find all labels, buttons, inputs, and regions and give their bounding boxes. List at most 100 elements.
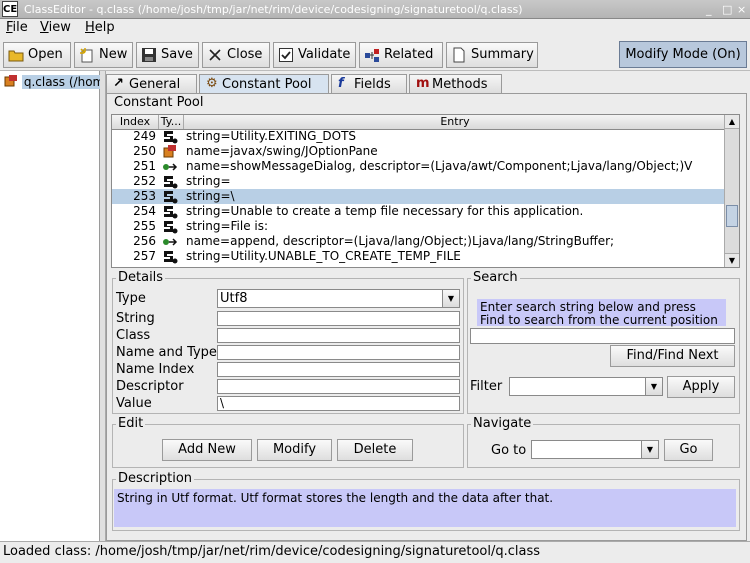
constant-pool-table[interactable]: Index Ty... Entry 249 string=Utility.EXIT… [111,114,740,268]
name-and-type-label: Name and Type [116,345,217,360]
filter-select[interactable]: ▼ [509,377,663,396]
menu-bar: File View Help [0,19,750,39]
tab-general[interactable]: ↗ General [106,74,197,94]
row-index: 255 [133,219,156,233]
goto-select[interactable]: ▼ [531,440,659,459]
row-entry: string=Unable to create a temp file nece… [186,204,584,218]
minimize-button[interactable]: _ [706,3,712,16]
find-next-button[interactable]: Find/Find Next [610,345,735,367]
table-row[interactable]: 251 name=showMessageDialog, descriptor=(L… [112,159,727,174]
document-icon [453,47,465,63]
tab-methods[interactable]: m Methods [409,74,502,94]
chevron-down-icon[interactable]: ▼ [442,290,459,307]
scroll-up-arrow-icon[interactable]: ▲ [725,115,739,129]
row-index: 257 [133,249,156,263]
string-icon [162,219,180,234]
new-label: New [99,47,128,62]
column-type[interactable]: Ty... [159,115,184,129]
summary-button[interactable]: Summary [446,42,538,68]
new-button[interactable]: New [74,42,133,68]
tree-item-class[interactable]: q.class (/hom [4,74,107,90]
floppy-disk-icon [142,48,156,62]
related-label: Related [384,47,434,62]
row-index: 253 [133,189,156,203]
close-button[interactable]: Close [202,42,270,68]
modify-mode-toggle[interactable]: Modify Mode (On) [619,41,747,68]
row-index: 252 [133,174,156,188]
value-field[interactable]: \ [217,396,460,411]
string-icon [162,204,180,219]
table-row[interactable]: 257 string=Utility.UNABLE_TO_CREATE_TEMP_… [112,249,727,264]
apply-button[interactable]: Apply [667,376,735,398]
goto-label: Go to [491,443,527,458]
row-entry: name=javax/swing/JOptionPane [186,144,378,158]
modify-button[interactable]: Modify [257,439,332,461]
table-row[interactable]: 254 string=Unable to create a temp file n… [112,204,727,219]
method-ref-icon [162,234,180,249]
column-index[interactable]: Index [112,115,159,129]
description-text: String in Utf format. Utf format stores … [114,489,736,527]
row-index: 251 [133,159,156,173]
validate-label: Validate [298,47,351,62]
class-file-icon [4,75,17,87]
table-row[interactable]: 253 string=\ [112,189,727,204]
maximize-button[interactable]: □ [722,3,732,16]
string-label: String [116,311,155,326]
name-and-type-field[interactable] [217,345,460,360]
row-index: 250 [133,144,156,158]
value-label: Value [116,396,152,411]
delete-button[interactable]: Delete [337,439,413,461]
name-index-field[interactable] [217,362,460,377]
tab-fields[interactable]: f Fields [331,74,407,94]
title-bar[interactable]: CE ClassEditor - q.class (/home/josh/tmp… [0,0,750,19]
f-icon: f [338,76,344,91]
related-nodes-icon [365,49,379,62]
class-tree[interactable]: q.class (/hom [0,71,107,541]
tab-constant-pool[interactable]: ⚙ Constant Pool [199,74,329,94]
save-label: Save [161,47,193,62]
search-hint: Enter search string below and press Find… [477,299,726,327]
tree-item-label: q.class (/hom [21,75,107,89]
method-ref-icon [162,159,180,174]
column-entry[interactable]: Entry [184,115,727,129]
menu-view[interactable]: View [40,20,71,35]
menu-help[interactable]: Help [85,20,115,35]
scroll-thumb[interactable] [726,205,738,227]
class-field[interactable] [217,328,460,343]
window-title: ClassEditor - q.class (/home/josh/tmp/ja… [24,3,523,16]
name-index-label: Name Index [116,362,195,377]
row-entry: name=append, descriptor=(Ljava/lang/Obje… [186,234,615,248]
menu-file[interactable]: File [6,20,28,35]
close-window-button[interactable]: × [737,3,746,16]
edit-title: Edit [116,416,146,431]
row-entry: string=\ [186,189,235,203]
row-index: 254 [133,204,156,218]
table-row[interactable]: 249 string=Utility.EXITING_DOTS [112,129,727,144]
table-row[interactable]: 255 string=File is: [112,219,727,234]
row-entry: string=File is: [186,219,269,233]
open-button[interactable]: Open [3,42,71,68]
add-new-button[interactable]: Add New [162,439,252,461]
search-input[interactable] [470,328,735,344]
table-row[interactable]: 256 name=append, descriptor=(Ljava/lang/O… [112,234,727,249]
row-entry: string=Utility.UNABLE_TO_CREATE_TEMP_FIL… [186,249,461,263]
string-icon [162,174,180,189]
details-title: Details [116,270,166,285]
table-scrollbar[interactable]: ▲ ▼ [724,115,739,267]
arrow-icon: ↗ [113,76,124,91]
go-button[interactable]: Go [664,439,713,461]
type-select[interactable]: Utf8 ▼ [217,289,460,308]
validate-button[interactable]: Validate [273,42,356,68]
chevron-down-icon[interactable]: ▼ [645,378,662,395]
descriptor-label: Descriptor [116,379,184,394]
type-label: Type [116,291,146,306]
save-button[interactable]: Save [136,42,199,68]
string-field[interactable] [217,311,460,326]
table-row[interactable]: 250 name=javax/swing/JOptionPane [112,144,727,159]
table-row[interactable]: 252 string= [112,174,727,189]
descriptor-field[interactable] [217,379,460,394]
scroll-down-arrow-icon[interactable]: ▼ [725,253,739,267]
filter-label: Filter [470,379,503,394]
chevron-down-icon[interactable]: ▼ [641,441,658,458]
related-button[interactable]: Related [359,42,443,68]
